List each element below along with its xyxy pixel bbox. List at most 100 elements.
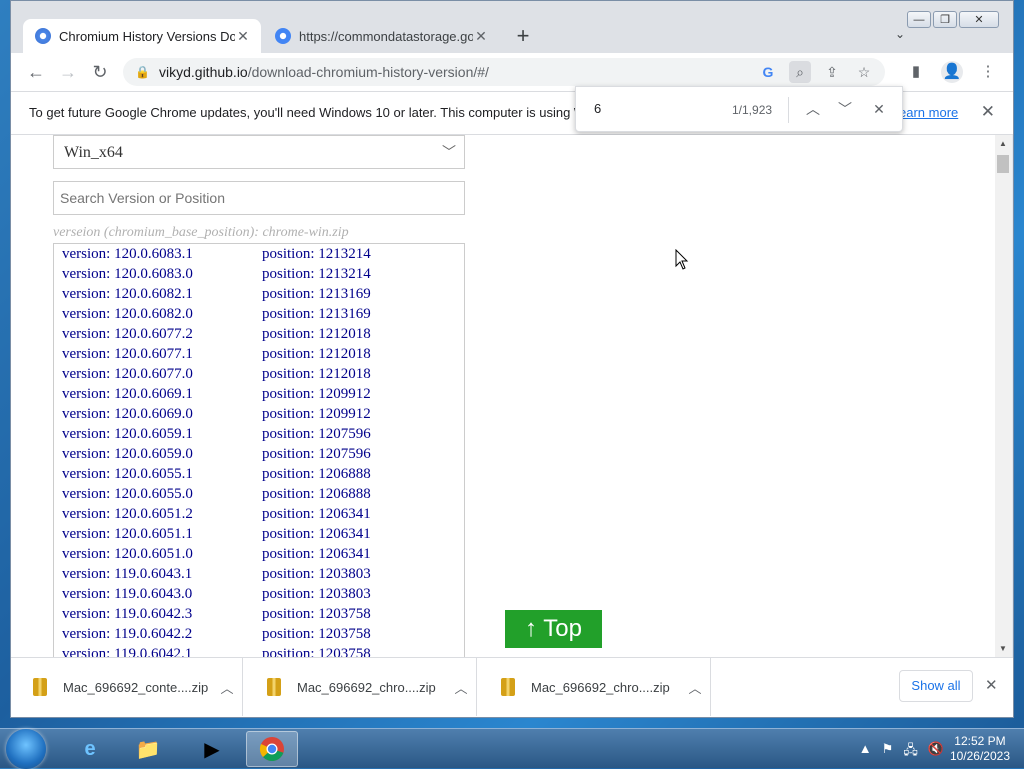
media-player-icon[interactable]: ▶	[186, 731, 238, 767]
version-row[interactable]: version: 120.0.6082.0 position: 1213169	[54, 304, 464, 324]
profile-avatar-icon[interactable]: 👤	[941, 61, 963, 83]
taskbar-clock[interactable]: 12:52 PM 10/26/2023	[950, 734, 1010, 764]
version-link[interactable]: version: 119.0.6042.3	[62, 604, 262, 624]
show-hidden-icons-icon[interactable]: ▲	[859, 741, 872, 763]
chrome-icon[interactable]	[246, 731, 298, 767]
position-link[interactable]: position: 1203803	[262, 584, 371, 604]
address-bar[interactable]: 🔒 vikyd.github.io/download-chromium-hist…	[123, 58, 885, 86]
tab-search-button[interactable]: ⌄	[895, 27, 905, 41]
version-row[interactable]: version: 119.0.6042.3 position: 1203758	[54, 604, 464, 624]
page-scrollbar[interactable]: ▲ ▼	[995, 135, 1012, 657]
close-tab-icon[interactable]: ✕	[473, 28, 489, 45]
network-icon[interactable]: 🖧	[903, 741, 918, 763]
bookmark-star-icon[interactable]: ☆	[853, 61, 875, 83]
version-row[interactable]: version: 120.0.6055.1 position: 1206888	[54, 464, 464, 484]
position-link[interactable]: position: 1212018	[262, 364, 371, 384]
version-link[interactable]: version: 120.0.6059.0	[62, 444, 262, 464]
position-link[interactable]: position: 1206888	[262, 484, 371, 504]
start-button[interactable]	[6, 729, 46, 769]
version-row[interactable]: version: 120.0.6083.1 position: 1213214	[54, 244, 464, 264]
version-row[interactable]: version: 119.0.6043.1 position: 1203803	[54, 564, 464, 584]
position-link[interactable]: position: 1206341	[262, 504, 371, 524]
chevron-up-icon[interactable]: ︿	[446, 678, 476, 697]
version-link[interactable]: version: 120.0.6077.0	[62, 364, 262, 384]
version-link[interactable]: version: 119.0.6042.2	[62, 624, 262, 644]
version-link[interactable]: version: 120.0.6051.1	[62, 524, 262, 544]
position-link[interactable]: position: 1213169	[262, 304, 371, 324]
position-link[interactable]: position: 1213214	[262, 264, 371, 284]
chevron-up-icon[interactable]: ︿	[680, 678, 710, 697]
version-link[interactable]: version: 119.0.6043.0	[62, 584, 262, 604]
show-all-downloads-button[interactable]: Show all	[899, 670, 973, 702]
volume-muted-icon[interactable]: 🔇	[928, 741, 944, 763]
version-link[interactable]: version: 119.0.6042.1	[62, 644, 262, 657]
version-link[interactable]: version: 120.0.6059.1	[62, 424, 262, 444]
side-panel-icon[interactable]: ▮	[905, 61, 927, 83]
position-link[interactable]: position: 1203803	[262, 564, 371, 584]
position-link[interactable]: position: 1207596	[262, 424, 371, 444]
reload-button[interactable]: ↻	[89, 61, 111, 83]
learn-more-link[interactable]: earn more	[899, 105, 958, 120]
find-close-icon[interactable]: ✕	[868, 98, 890, 120]
position-link[interactable]: position: 1212018	[262, 344, 371, 364]
position-link[interactable]: position: 1206341	[262, 544, 371, 564]
version-row[interactable]: version: 120.0.6069.0 position: 1209912	[54, 404, 464, 424]
download-item[interactable]: Mac_696692_chro....zip ︿	[479, 658, 711, 716]
version-list[interactable]: version: 120.0.6083.1 position: 1213214 ve…	[53, 243, 465, 657]
version-row[interactable]: version: 119.0.6042.1 position: 1203758	[54, 644, 464, 657]
google-translate-icon[interactable]: G	[757, 61, 779, 83]
internet-explorer-icon[interactable]: e	[64, 731, 116, 767]
download-item[interactable]: Mac_696692_conte....zip ︿	[11, 658, 243, 716]
position-link[interactable]: position: 1213214	[262, 244, 371, 264]
download-item[interactable]: Mac_696692_chro....zip ︿	[245, 658, 477, 716]
tab-chromium-history[interactable]: Chromium History Versions Dow ✕	[23, 19, 261, 53]
position-link[interactable]: position: 1206888	[262, 464, 371, 484]
version-row[interactable]: version: 120.0.6059.0 position: 1207596	[54, 444, 464, 464]
find-in-page-icon[interactable]: ⌕	[789, 61, 811, 83]
position-link[interactable]: position: 1203758	[262, 604, 371, 624]
version-search-input[interactable]	[53, 181, 465, 215]
version-link[interactable]: version: 120.0.6083.0	[62, 264, 262, 284]
scroll-up-arrow-icon[interactable]: ▲	[999, 139, 1007, 148]
tab-commondatastorage[interactable]: https://commondatastorage.goo ✕	[263, 19, 499, 53]
position-link[interactable]: position: 1207596	[262, 444, 371, 464]
version-link[interactable]: version: 120.0.6069.0	[62, 404, 262, 424]
version-row[interactable]: version: 120.0.6051.0 position: 1206341	[54, 544, 464, 564]
version-link[interactable]: version: 120.0.6069.1	[62, 384, 262, 404]
version-row[interactable]: version: 120.0.6083.0 position: 1213214	[54, 264, 464, 284]
back-button[interactable]: ←	[25, 61, 47, 83]
new-tab-button[interactable]: +	[511, 25, 535, 47]
version-link[interactable]: version: 120.0.6077.2	[62, 324, 262, 344]
url-text[interactable]: vikyd.github.io/download-chromium-histor…	[159, 64, 757, 80]
menu-kebab-icon[interactable]: ⋮	[977, 61, 999, 83]
version-row[interactable]: version: 120.0.6059.1 position: 1207596	[54, 424, 464, 444]
version-link[interactable]: version: 120.0.6051.0	[62, 544, 262, 564]
version-link[interactable]: version: 120.0.6083.1	[62, 244, 262, 264]
infobar-close-icon[interactable]: ✕	[981, 102, 995, 122]
position-link[interactable]: position: 1209912	[262, 384, 371, 404]
scroll-down-arrow-icon[interactable]: ▼	[999, 644, 1007, 653]
position-link[interactable]: position: 1213169	[262, 284, 371, 304]
version-row[interactable]: version: 120.0.6055.0 position: 1206888	[54, 484, 464, 504]
version-row[interactable]: version: 120.0.6077.0 position: 1212018	[54, 364, 464, 384]
close-window-button[interactable]: ✕	[959, 11, 999, 28]
version-row[interactable]: version: 120.0.6082.1 position: 1213169	[54, 284, 464, 304]
version-link[interactable]: version: 120.0.6077.1	[62, 344, 262, 364]
file-explorer-icon[interactable]: 📁	[122, 731, 174, 767]
version-row[interactable]: version: 120.0.6077.2 position: 1212018	[54, 324, 464, 344]
find-input[interactable]	[594, 101, 714, 116]
version-row[interactable]: version: 120.0.6051.1 position: 1206341	[54, 524, 464, 544]
back-to-top-button[interactable]: ↑ Top	[505, 610, 602, 648]
version-link[interactable]: version: 119.0.6043.1	[62, 564, 262, 584]
find-next-icon[interactable]: ﹀	[834, 98, 856, 120]
platform-select[interactable]: Win_x64 ﹀	[53, 135, 465, 169]
restore-button[interactable]: ❐	[933, 11, 957, 28]
version-link[interactable]: version: 120.0.6051.2	[62, 504, 262, 524]
find-previous-icon[interactable]: ︿	[802, 98, 824, 120]
scrollbar-thumb[interactable]	[997, 155, 1009, 173]
position-link[interactable]: position: 1206341	[262, 524, 371, 544]
action-center-flag-icon[interactable]: ⚑	[882, 741, 894, 763]
version-link[interactable]: version: 120.0.6055.0	[62, 484, 262, 504]
close-tab-icon[interactable]: ✕	[235, 28, 251, 45]
share-icon[interactable]: ⇪	[821, 61, 843, 83]
